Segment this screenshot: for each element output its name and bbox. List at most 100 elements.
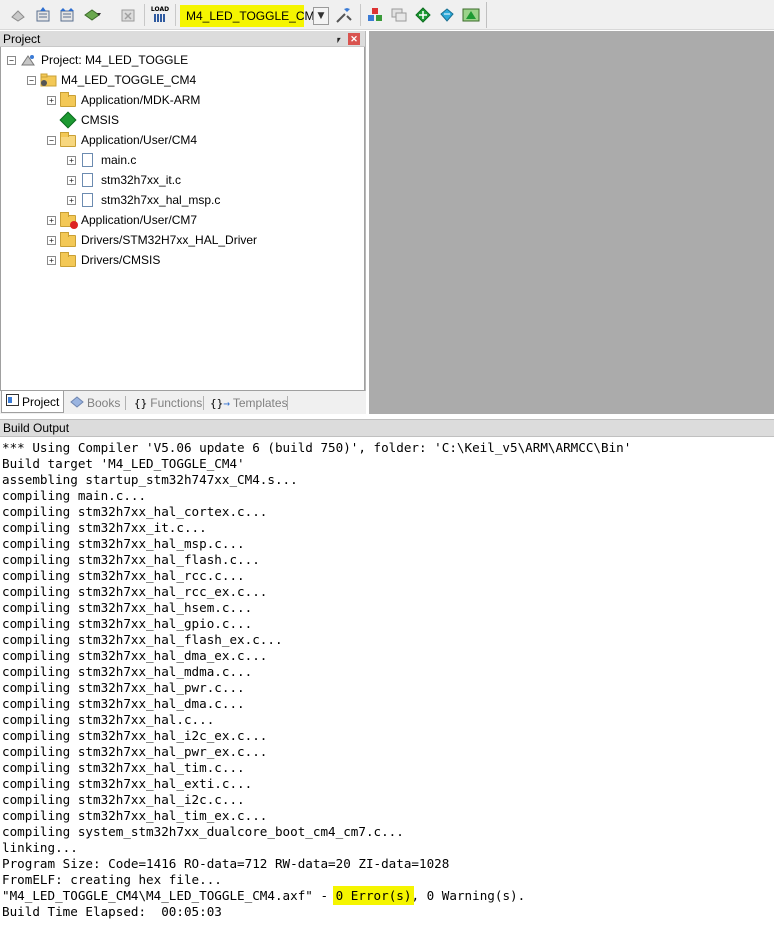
log-line: compiling stm32h7xx_hal_hsem.c... [2, 600, 253, 615]
pack-installer-icon[interactable] [389, 5, 409, 25]
project-panel-title: Project ⎖ ✕ [0, 31, 365, 47]
folder-icon [60, 232, 76, 247]
excluded-badge [70, 221, 78, 229]
tree-item-label: Drivers/STM32H7xx_HAL_Driver [81, 233, 258, 247]
log-line: assembling startup_stm32h747xx_CM4.s... [2, 472, 298, 487]
download-icon[interactable]: LOAD [150, 5, 170, 25]
editor-area[interactable] [369, 31, 774, 414]
chevron-down-icon[interactable]: ▼ [313, 7, 329, 25]
tree-item-label: stm32h7xx_hal_msp.c [101, 193, 221, 207]
tree-item-label: stm32h7xx_it.c [101, 173, 182, 187]
project-tree: − Project: M4_LED_TOGGLE − M4_LED_TOGGLE… [0, 47, 365, 391]
log-line: linking... [2, 840, 78, 855]
log-line: compiling system_stm32h7xx_dualcore_boot… [2, 824, 404, 839]
expand-icon[interactable]: + [67, 155, 76, 165]
select-software-packs-icon[interactable] [413, 5, 433, 25]
stop-build-icon[interactable] [118, 5, 138, 25]
expand-icon[interactable]: + [67, 175, 76, 185]
target-folder-icon [40, 73, 57, 87]
target-select[interactable]: M4_LED_TOGGLE_CM4 [180, 5, 321, 27]
log-line: compiling stm32h7xx_hal_msp.c... [2, 536, 245, 551]
project-panel-title-text: Project [3, 32, 41, 46]
tree-item-file[interactable]: + stm32h7xx_hal_msp.c [67, 191, 220, 209]
result-prefix: "M4_LED_TOGGLE_CM4\M4_LED_TOGGLE_CM4.axf… [2, 888, 336, 903]
tree-item-group[interactable]: + Application/MDK-ARM [47, 91, 200, 109]
tab-label: Templates [232, 396, 288, 410]
collapse-icon[interactable]: − [27, 75, 36, 85]
tree-item-project[interactable]: − Project: M4_LED_TOGGLE [7, 51, 188, 69]
folder-icon [60, 252, 76, 267]
tree-item-cmsis[interactable]: CMSIS [59, 111, 120, 129]
log-line: compiling stm32h7xx_hal_tim_ex.c... [2, 808, 268, 823]
file-icon [80, 153, 96, 167]
build-icon[interactable] [33, 5, 53, 25]
expand-icon[interactable]: + [47, 255, 56, 265]
file-icon [80, 173, 96, 187]
error-count-highlight: 0 Error(s) [332, 886, 415, 905]
tree-item-group[interactable]: + Application/User/CM7 [47, 211, 197, 229]
log-line: compiling stm32h7xx_hal_dma_ex.c... [2, 648, 268, 663]
tree-item-file[interactable]: + main.c [67, 151, 136, 169]
log-line: compiling stm32h7xx_hal_i2c_ex.c... [2, 728, 268, 743]
tree-item-label: main.c [101, 153, 137, 167]
file-icon [80, 193, 96, 207]
build-time-line: Build Time Elapsed: 00:05:03 [2, 904, 222, 919]
batch-build-icon[interactable] [83, 5, 103, 25]
pack-update-icon[interactable] [461, 5, 481, 25]
log-line: compiling stm32h7xx_hal_pwr.c... [2, 680, 245, 695]
build-output-title-text: Build Output [3, 421, 70, 435]
log-line: compiling stm32h7xx_hal_gpio.c... [2, 616, 253, 631]
tree-item-group[interactable]: − Application/User/CM4 [47, 131, 197, 149]
log-line: compiling stm32h7xx_hal_exti.c... [2, 776, 253, 791]
run-time-environment-icon[interactable] [437, 5, 457, 25]
target-options-icon[interactable] [334, 5, 354, 25]
project-panel-tabs: Project Books {} Functions {}→ Templates [0, 391, 366, 414]
target-select-value: M4_LED_TOGGLE_CM4 [186, 9, 322, 23]
translate-icon[interactable] [8, 5, 28, 25]
pin-icon[interactable]: ⎖ [334, 32, 343, 48]
project-tab-icon [6, 394, 19, 409]
tab-label: Project [22, 394, 60, 409]
log-line: compiling stm32h7xx_hal_mdma.c... [2, 664, 253, 679]
manage-components-icon[interactable] [365, 5, 385, 25]
expand-icon[interactable]: + [67, 195, 76, 205]
log-line: compiling stm32h7xx_hal_tim.c... [2, 760, 245, 775]
project-panel: Project ⎖ ✕ − Project: M4_LED_TOGGLE − M… [0, 31, 366, 414]
tree-item-group[interactable]: + Drivers/CMSIS [47, 251, 160, 269]
build-output-log[interactable]: *** Using Compiler 'V5.06 update 6 (buil… [0, 438, 774, 932]
log-line: Build target 'M4_LED_TOGGLE_CM4' [2, 456, 245, 471]
tree-item-group[interactable]: + Drivers/STM32H7xx_HAL_Driver [47, 231, 257, 249]
log-line: compiling stm32h7xx_hal_i2c.c... [2, 792, 245, 807]
tab-templates[interactable]: {}→ Templates [206, 393, 292, 413]
log-line: compiling stm32h7xx_it.c... [2, 520, 207, 535]
log-line: compiling stm32h7xx_hal_flash.c... [2, 552, 260, 567]
build-toolbar: LOAD M4_LED_TOGGLE_CM4 ▼ [0, 0, 774, 30]
folder-icon [60, 92, 76, 107]
tree-item-file[interactable]: + stm32h7xx_it.c [67, 171, 181, 189]
collapse-icon[interactable]: − [47, 135, 56, 145]
collapse-icon[interactable]: − [7, 55, 16, 65]
tree-item-label: CMSIS [81, 113, 120, 127]
tab-books[interactable]: Books [66, 393, 124, 413]
log-line: *** Using Compiler 'V5.06 update 6 (buil… [2, 440, 632, 455]
tree-item-label: M4_LED_TOGGLE_CM4 [61, 73, 197, 87]
rebuild-icon[interactable] [57, 5, 77, 25]
log-line: compiling stm32h7xx_hal_rcc.c... [2, 568, 245, 583]
log-line: compiling stm32h7xx_hal.c... [2, 712, 215, 727]
tree-item-target[interactable]: − M4_LED_TOGGLE_CM4 [27, 71, 196, 89]
tree-item-label: Project: M4_LED_TOGGLE [41, 53, 189, 67]
open-folder-icon [60, 132, 76, 147]
result-suffix: , 0 Warning(s). [411, 888, 526, 903]
expand-icon[interactable]: + [47, 215, 56, 225]
log-line: compiling stm32h7xx_hal_rcc_ex.c... [2, 584, 268, 599]
expand-icon[interactable]: + [47, 95, 56, 105]
tab-project[interactable]: Project [1, 391, 65, 413]
project-icon [20, 53, 36, 67]
tab-functions[interactable]: {} Functions [130, 393, 206, 413]
templates-icon: {}→ [210, 396, 230, 410]
excluded-folder-icon [60, 212, 78, 229]
log-line: compiling stm32h7xx_hal_dma.c... [2, 696, 245, 711]
expand-icon[interactable]: + [47, 235, 56, 245]
tab-label: Functions [150, 396, 203, 410]
close-icon[interactable]: ✕ [348, 33, 360, 45]
